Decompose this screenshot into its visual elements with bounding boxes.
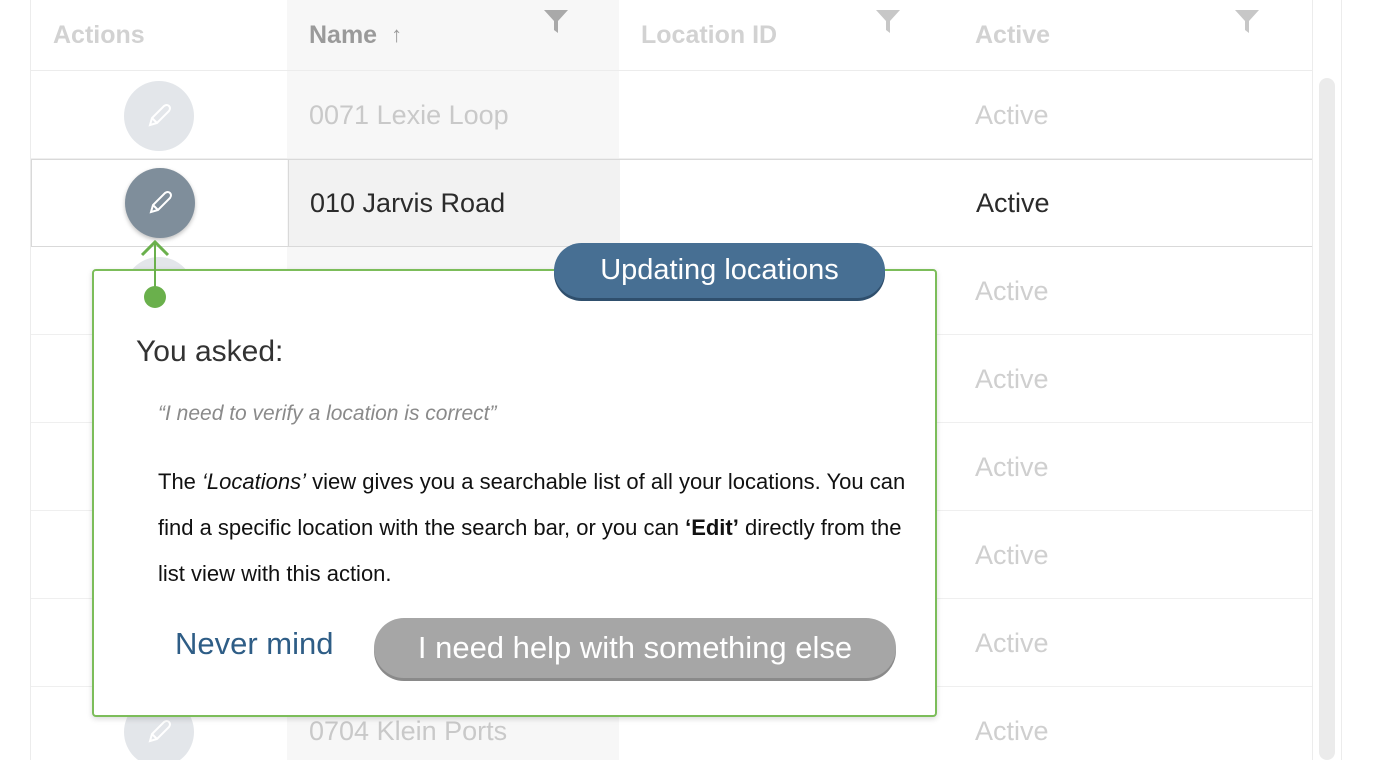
pencil-icon [149, 191, 172, 214]
table-row-selected[interactable]: 010 Jarvis Road Active [31, 159, 1313, 247]
cell-active: Active [975, 715, 1049, 746]
cell-active: Active [975, 363, 1049, 394]
column-header-location-id[interactable]: Location ID [619, 0, 951, 70]
cell-active: Active [975, 627, 1049, 658]
column-header-actions-label: Actions [53, 20, 145, 49]
cell-active: Active [975, 275, 1049, 306]
cell-active: Active [975, 99, 1049, 130]
cell-name: 0071 Lexie Loop [309, 99, 509, 130]
column-header-name[interactable]: Name ↑ [287, 0, 619, 70]
scrollbar-thumb[interactable] [1319, 78, 1335, 760]
edit-action-name: ‘Edit’ [685, 515, 739, 540]
column-header-active-label: Active [975, 20, 1051, 49]
cell-active: Active [976, 187, 1050, 218]
cell-active: Active [975, 451, 1049, 482]
help-body-text: The ‘Locations’ view gives you a searcha… [158, 459, 918, 597]
pencil-icon [148, 104, 171, 127]
grid-header: Actions Name ↑ Location ID Active [31, 0, 1313, 71]
cell-active: Active [975, 539, 1049, 570]
never-mind-link[interactable]: Never mind [175, 626, 334, 662]
you-asked-heading: You asked: [136, 335, 284, 368]
locations-view-name: ‘Locations’ [202, 469, 306, 494]
user-question-quote: “I need to verify a location is correct” [158, 402, 497, 425]
body-text-part1: The [158, 469, 203, 494]
help-popup: You asked: “I need to verify a location … [92, 269, 937, 717]
edit-button[interactable] [125, 168, 195, 238]
arrow-up-icon [140, 239, 170, 257]
sort-ascending-icon[interactable]: ↑ [391, 22, 402, 48]
table-row[interactable]: 0071 Lexie Loop Active [31, 71, 1313, 159]
column-header-name-label: Name [309, 20, 378, 49]
pointer-dot [144, 286, 166, 308]
popup-topic-badge: Updating locations [554, 243, 885, 298]
pencil-icon [148, 720, 171, 743]
cell-name: 010 Jarvis Road [310, 187, 506, 218]
column-header-location-id-label: Location ID [641, 20, 778, 49]
name-filter-icon[interactable] [543, 8, 569, 34]
active-filter-icon[interactable] [1234, 8, 1260, 34]
location-id-filter-icon[interactable] [875, 8, 901, 34]
help-something-else-button[interactable]: I need help with something else [374, 618, 896, 678]
edit-button[interactable] [124, 81, 194, 151]
column-header-actions: Actions [31, 0, 287, 70]
